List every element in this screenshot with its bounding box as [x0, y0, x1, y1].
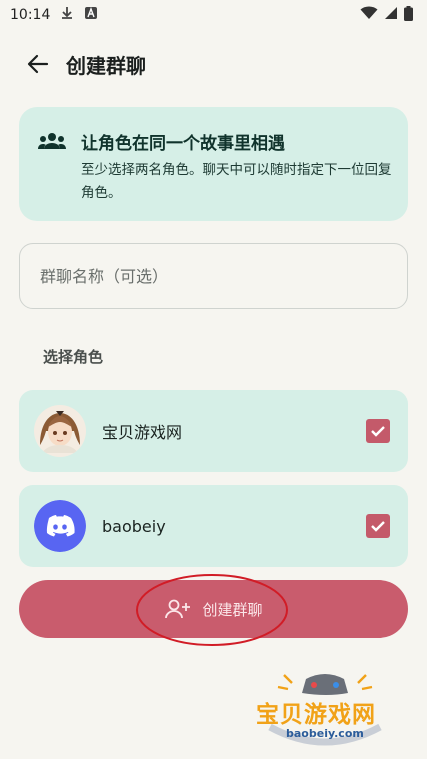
download-icon [60, 6, 74, 24]
anime-girl-avatar [34, 405, 86, 457]
app-bar: 创建群聊 [0, 40, 427, 88]
discord-logo-avatar [34, 500, 86, 552]
watermark: 宝贝游戏网 baobeiy.com [250, 665, 400, 755]
back-arrow-icon [27, 54, 49, 74]
character-row[interactable]: baobeiy [19, 485, 408, 567]
group-name-input[interactable] [38, 265, 407, 287]
character-name: baobeiy [102, 516, 166, 536]
group-people-icon [38, 131, 66, 157]
status-right [360, 5, 413, 25]
watermark-text: 宝贝游戏网 [256, 702, 376, 728]
signal-icon [384, 6, 398, 24]
checkmark-icon [371, 426, 385, 437]
character-checkbox[interactable] [366, 514, 390, 538]
create-group-label: 创建群聊 [202, 600, 263, 619]
checkmark-icon [371, 521, 385, 532]
group-name-field[interactable] [19, 243, 408, 309]
status-time: 10:14 [10, 7, 51, 23]
add-person-icon [165, 599, 191, 619]
battery-icon [404, 5, 413, 25]
a-badge-icon [84, 6, 98, 24]
info-card: 让角色在同一个故事里相遇 至少选择两名角色。聊天中可以随时指定下一位回复角色。 [19, 107, 408, 221]
info-card-title: 让角色在同一个故事里相遇 [81, 134, 285, 154]
page-title: 创建群聊 [66, 53, 146, 78]
select-characters-label: 选择角色 [43, 348, 104, 366]
status-bar: 10:14 [0, 0, 427, 30]
character-checkbox[interactable] [366, 419, 390, 443]
info-card-description: 至少选择两名角色。聊天中可以随时指定下一位回复角色。 [81, 162, 392, 201]
character-row[interactable]: 宝贝游戏网 [19, 390, 408, 472]
wifi-icon [360, 6, 378, 24]
back-button[interactable] [18, 44, 58, 84]
status-left: 10:14 [10, 6, 98, 24]
character-name: 宝贝游戏网 [102, 423, 183, 442]
watermark-url: baobeiy.com [286, 727, 364, 740]
create-group-button[interactable]: 创建群聊 [19, 580, 408, 638]
